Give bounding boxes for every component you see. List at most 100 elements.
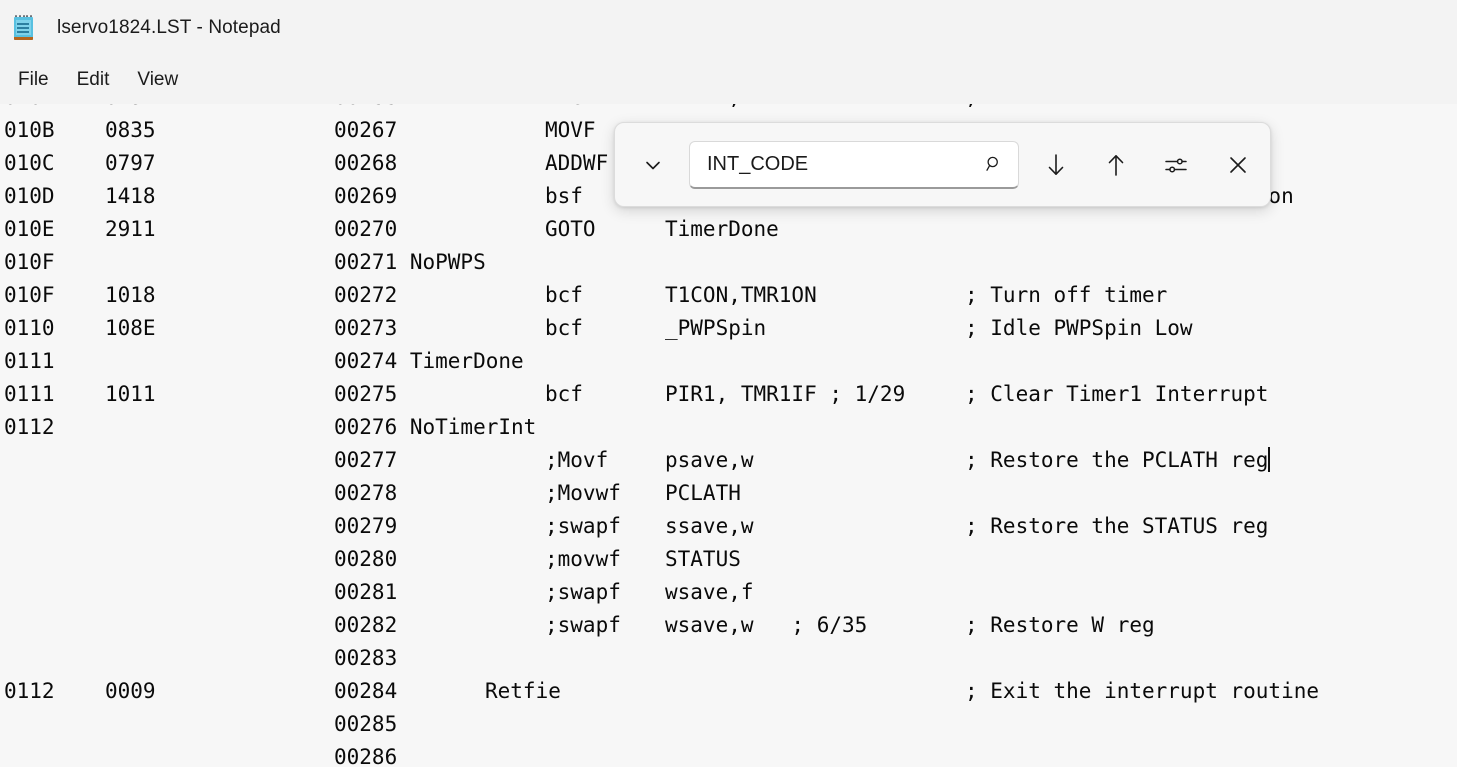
code-opcode: 2911	[105, 213, 156, 246]
arrow-down-icon	[1041, 150, 1071, 180]
code-comment: ; Clear Timer1 Interrupt	[965, 378, 1268, 411]
code-mnemonic: MOVF	[545, 114, 596, 147]
code-comment: ; Restore the STATUS reg	[965, 510, 1268, 543]
code-mnemonic: ;Movwf	[545, 477, 621, 510]
code-opcode: 108E	[105, 312, 156, 345]
code-line: 00279;swapfssave,w; Restore the STATUS r…	[0, 510, 1457, 543]
menu-item-file[interactable]: File	[4, 65, 63, 95]
code-line: 010A0A9700266INCFTMR1H,f; 1	[0, 104, 1457, 114]
code-comment: ; Restore W reg	[965, 609, 1155, 642]
code-line: 010E 2911 00270 GOTO TimerDone	[0, 213, 1457, 246]
code-opcode: 0009	[105, 675, 156, 708]
find-options-button[interactable]	[1153, 142, 1199, 188]
magnifier-icon	[984, 154, 1004, 174]
code-address: 010D	[4, 180, 55, 213]
code-operand: TMR1H,f	[665, 104, 754, 114]
code-address: 0111	[4, 345, 55, 378]
code-line: 011200276 NoTimerInt	[0, 411, 1457, 444]
find-input-container[interactable]	[689, 141, 1019, 189]
code-mnemonic: INCF	[545, 104, 596, 114]
chevron-down-icon[interactable]	[631, 143, 675, 187]
notepad-icon	[8, 12, 38, 44]
code-comment: ; 1	[965, 104, 1003, 114]
notepad-window: lservo1824.LST - Notepad File Edit View …	[0, 0, 1457, 767]
code-opcode: 1418	[105, 180, 156, 213]
find-previous-button[interactable]	[1093, 142, 1139, 188]
arrow-up-icon	[1101, 150, 1131, 180]
code-address: 010C	[4, 147, 55, 180]
code-line: 0112000900284Retfie; Exit the interrupt …	[0, 675, 1457, 708]
code-mnemonic: bcf	[545, 312, 583, 345]
code-operand: _PWPSpin	[665, 312, 766, 345]
code-mnemonic: bcf	[545, 279, 583, 312]
code-line: 010F101800272bcfT1CON,TMR1ON; Turn off t…	[0, 279, 1457, 312]
code-comment: ; Idle PWPSpin Low	[965, 312, 1193, 345]
code-line: 00283	[0, 642, 1457, 675]
sliders-options-icon	[1162, 151, 1190, 179]
code-mnemonic: ;swapf	[545, 576, 621, 609]
code-line-number: 00273	[334, 312, 397, 345]
code-mnemonic: GOTO	[545, 213, 596, 246]
code-line: 0111101100275bcfPIR1, TMR1IF ; 1/29; Cle…	[0, 378, 1457, 411]
code-opcode: 0A97	[105, 104, 156, 114]
code-line-number: 00278	[334, 477, 397, 510]
code-address: 010B	[4, 114, 55, 147]
window-title: lservo1824.LST - Notepad	[57, 17, 281, 39]
code-line-number: 00267	[334, 114, 397, 147]
code-line: 00280;movwfSTATUS	[0, 543, 1457, 576]
code-line-number: 00286	[334, 741, 397, 767]
code-line-number: 00285	[334, 708, 397, 741]
text-caret	[1268, 447, 1270, 472]
code-line: 010F00271 NoPWPS	[0, 246, 1457, 279]
code-operand: wsave,f	[665, 576, 754, 609]
code-operand: TimerDone	[665, 213, 779, 246]
code-line: 00281 ;swapf wsave,f	[0, 576, 1457, 609]
code-line: 0111 00274 TimerDone	[0, 345, 1457, 378]
code-line: 00286	[0, 741, 1457, 767]
code-mnemonic: bsf	[545, 180, 583, 213]
code-address: 010F	[4, 246, 55, 279]
code-opcode: 1011	[105, 378, 156, 411]
code-line-number: 00270	[334, 213, 397, 246]
code-operand: PCLATH	[665, 477, 741, 510]
code-line-number: 00277	[334, 444, 397, 477]
code-line-number: 00276 NoTimerInt	[334, 411, 536, 444]
code-operand: psave,w	[665, 444, 754, 477]
code-mnemonic: ;movwf	[545, 543, 621, 576]
menu-item-edit[interactable]: Edit	[63, 65, 124, 95]
code-comment: ; Restore the PCLATH reg	[965, 444, 1270, 477]
code-mnemonic: ;Movf	[545, 444, 608, 477]
code-comment: ; Exit the interrupt routine	[965, 675, 1319, 708]
code-line: 00278 ;Movwf PCLATH	[0, 477, 1457, 510]
code-line-number: 00268	[334, 147, 397, 180]
code-address: 010E	[4, 213, 55, 246]
code-address: 0112	[4, 675, 55, 708]
find-next-button[interactable]	[1033, 142, 1079, 188]
find-bar	[614, 122, 1271, 207]
code-mnemonic: ADDWF	[545, 147, 608, 180]
find-input[interactable]	[707, 153, 967, 176]
menu-item-view[interactable]: View	[123, 65, 192, 95]
title-bar: lservo1824.LST - Notepad	[0, 0, 1457, 56]
close-find-bar-button[interactable]	[1215, 142, 1261, 188]
code-line: 00285	[0, 708, 1457, 741]
code-line-number: 00282	[334, 609, 397, 642]
code-line-number: 00269	[334, 180, 397, 213]
code-mnemonic: ;swapf	[545, 510, 621, 543]
code-comment: ; Turn off timer	[965, 279, 1167, 312]
code-address: 0110	[4, 312, 55, 345]
code-mnemonic: bcf	[545, 378, 583, 411]
code-opcode: 0835	[105, 114, 156, 147]
code-operand: wsave,w ; 6/35	[665, 609, 867, 642]
code-line-number: 00274 TimerDone	[334, 345, 524, 378]
menu-bar: File Edit View	[0, 56, 1457, 104]
code-operand: Retfie	[485, 675, 561, 708]
code-mnemonic: ;swapf	[545, 609, 621, 642]
code-address: 010A	[4, 104, 55, 114]
code-opcode: 0797	[105, 147, 156, 180]
code-line-number: 00283	[334, 642, 397, 675]
code-operand: STATUS	[665, 543, 741, 576]
code-line-number: 00281	[334, 576, 397, 609]
code-operand: ssave,w	[665, 510, 754, 543]
code-address: 0111	[4, 378, 55, 411]
